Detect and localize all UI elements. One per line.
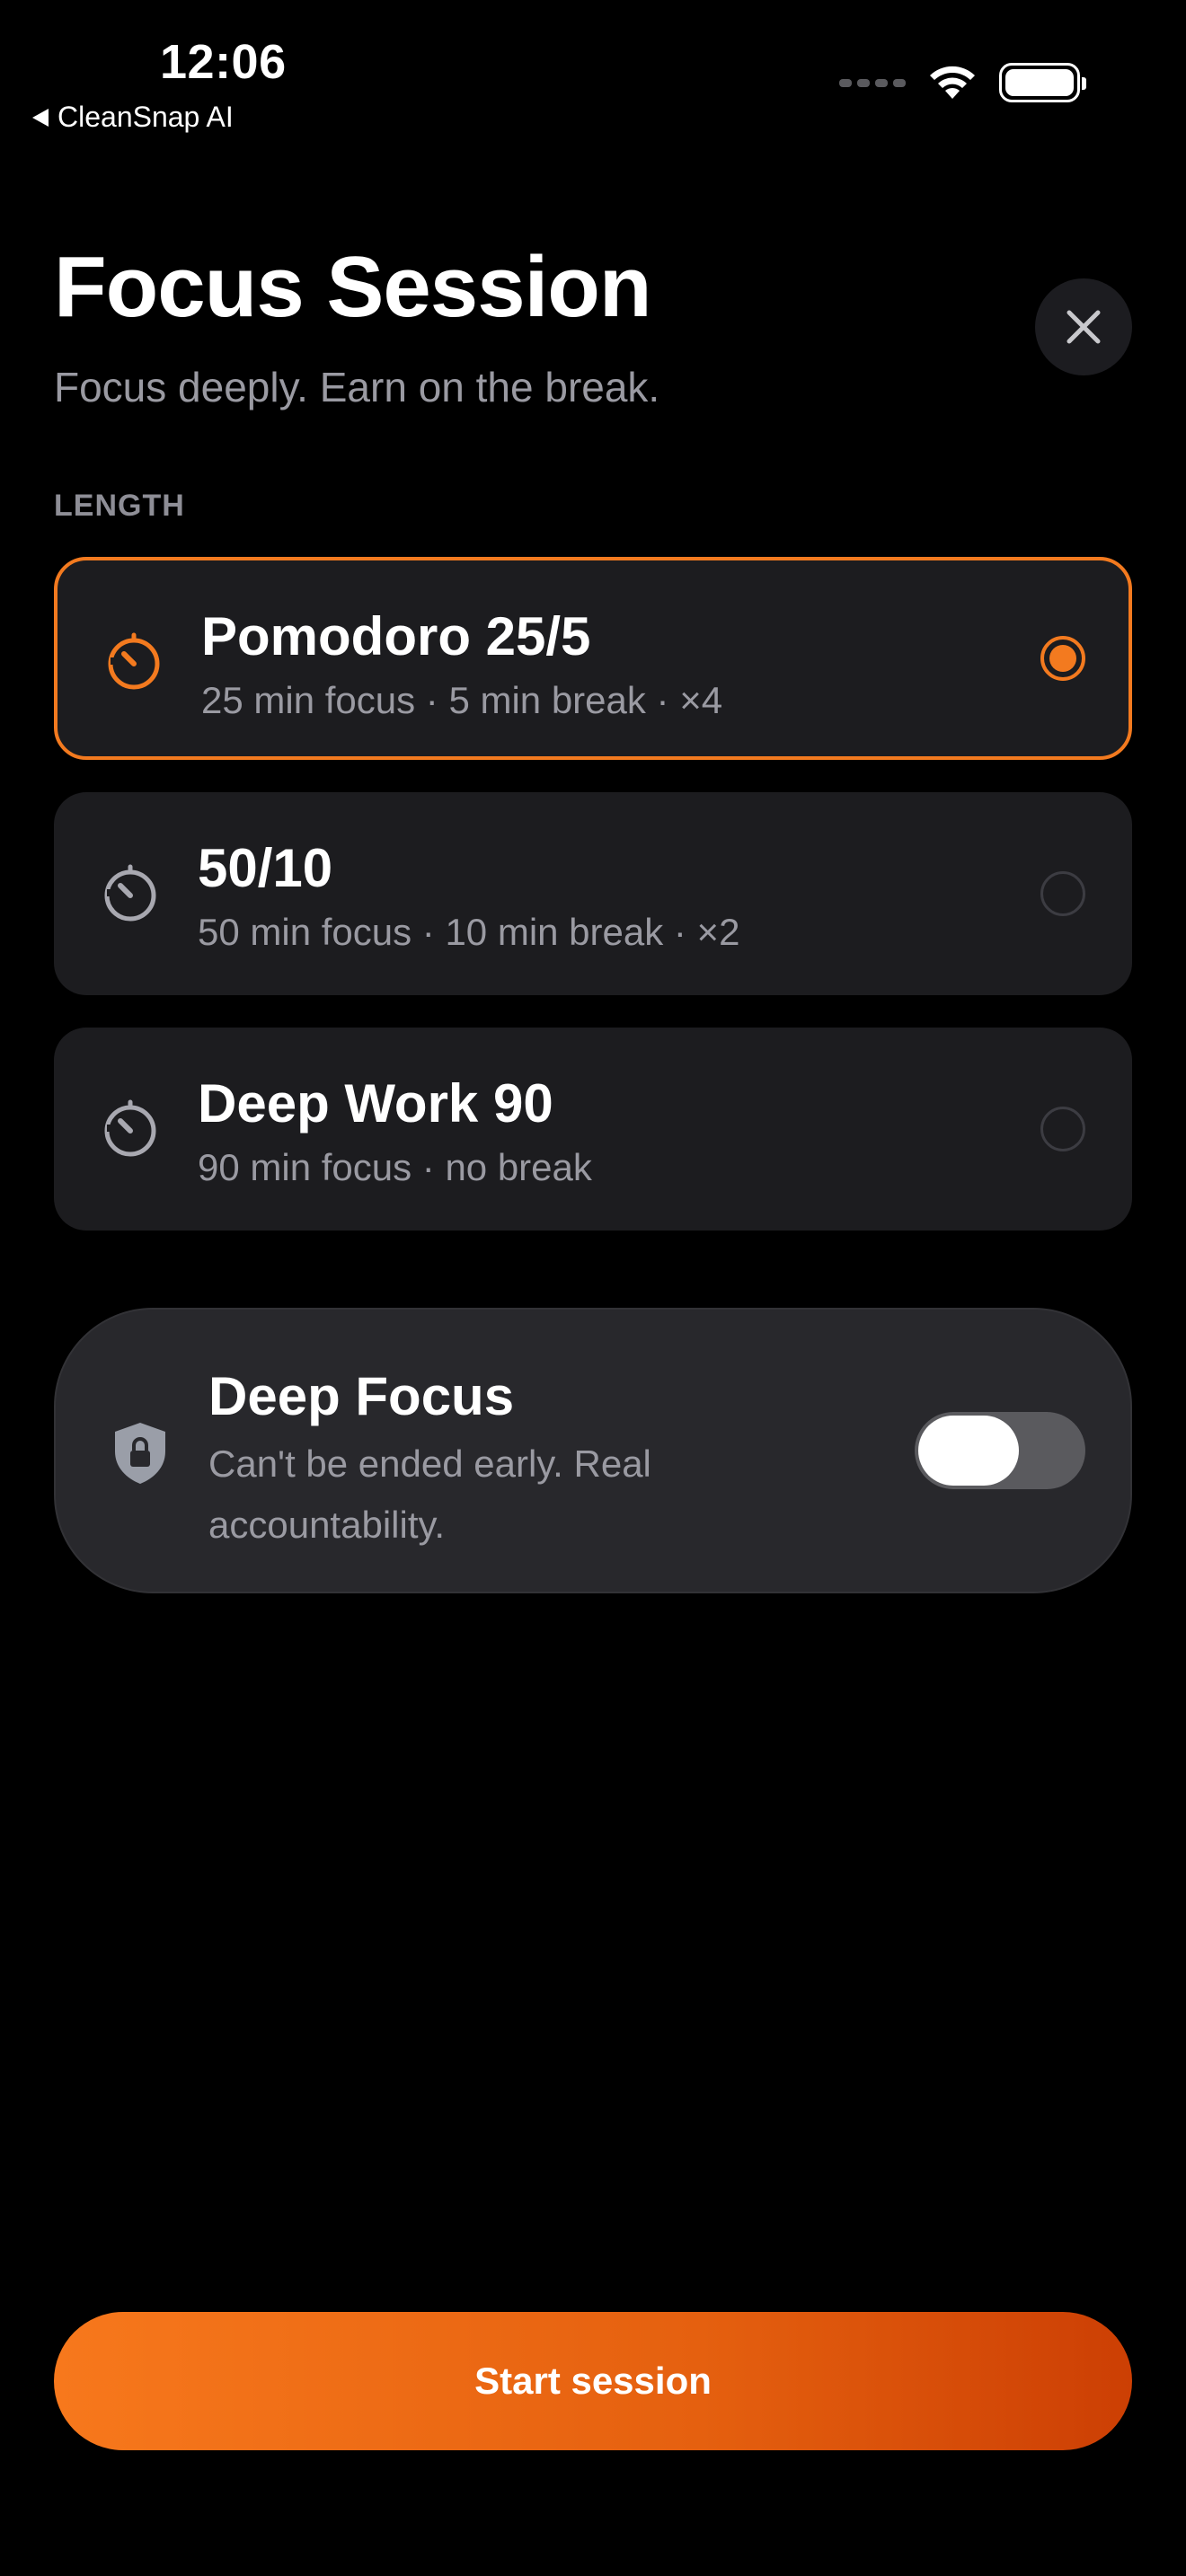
shield-lock-icon <box>115 1423 165 1484</box>
start-session-button[interactable]: Start session <box>54 2312 1132 2450</box>
option-description: 90 min focus · no break <box>198 1146 592 1188</box>
close-icon <box>1067 310 1101 344</box>
radio-button[interactable] <box>1040 871 1085 916</box>
toggle-knob <box>918 1416 1019 1486</box>
option-description: 25 min focus · 5 min break · ×4 <box>201 679 723 721</box>
status-indicators <box>839 63 1086 102</box>
status-time: 12:06 <box>160 35 287 89</box>
option-title: 50/10 <box>198 838 333 898</box>
wifi-icon <box>927 63 978 102</box>
radio-button[interactable] <box>1040 1107 1085 1151</box>
deep-focus-description: Can't be ended early. Real accountabilit… <box>208 1442 651 1546</box>
close-button[interactable] <box>1035 278 1132 375</box>
length-section-label: LENGTH <box>54 489 185 523</box>
page-subtitle: Focus deeply. Earn on the break. <box>54 364 660 410</box>
deep-focus-title: Deep Focus <box>208 1366 515 1426</box>
option-description: 50 min focus · 10 min break · ×2 <box>198 911 740 953</box>
option-title: Pomodoro 25/5 <box>201 606 591 666</box>
page-title: Focus Session <box>54 239 652 335</box>
option-pomodoro[interactable]: Pomodoro 25/5 25 min focus · 5 min break… <box>54 557 1132 760</box>
deep-focus-card: Deep Focus Can't be ended early. Real ac… <box>54 1308 1132 1593</box>
back-to-app-link[interactable]: CleanSnap AI <box>32 101 234 134</box>
option-title: Deep Work 90 <box>198 1073 553 1134</box>
timer-icon <box>104 864 156 922</box>
deep-focus-toggle[interactable] <box>915 1412 1085 1489</box>
radio-button-selected[interactable] <box>1040 636 1085 681</box>
timer-icon <box>104 1099 156 1157</box>
cellular-signal-icon <box>839 78 906 87</box>
option-deep-work-90[interactable]: Deep Work 90 90 min focus · no break <box>54 1028 1132 1231</box>
back-app-label: CleanSnap AI <box>58 101 234 133</box>
battery-icon <box>999 63 1086 102</box>
option-50-10[interactable]: 50/10 50 min focus · 10 min break · ×2 <box>54 792 1132 995</box>
back-arrow-icon <box>32 108 49 127</box>
timer-icon <box>108 632 160 690</box>
